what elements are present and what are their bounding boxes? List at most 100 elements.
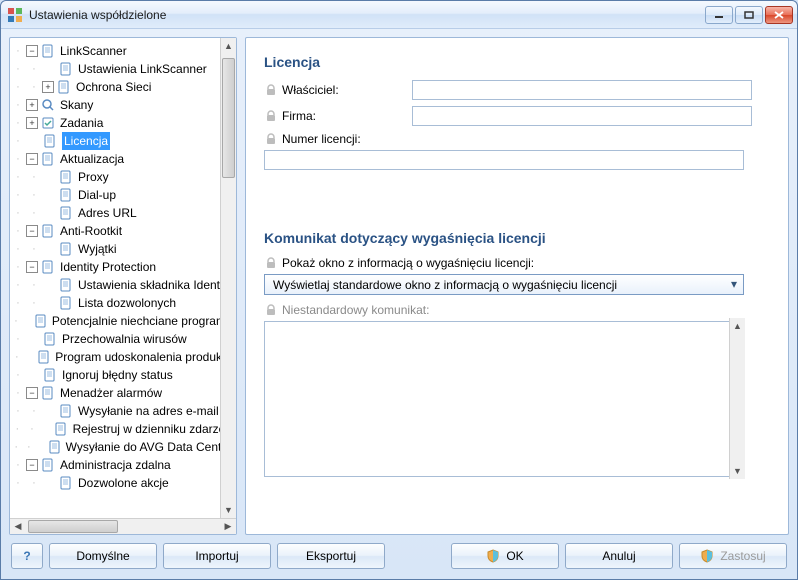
tree-expander-icon[interactable]: −	[26, 261, 38, 273]
tree-item[interactable]: ··+Ochrona Sieci	[10, 78, 236, 96]
tree-expander-icon[interactable]: −	[26, 387, 38, 399]
tree-node-icon	[58, 475, 74, 491]
tree-scroll[interactable]: ·−LinkScanner··Ustawienia LinkScanner··+…	[10, 38, 236, 518]
tree-item[interactable]: ·+Skany	[10, 96, 236, 114]
tree-item-label: Adres URL	[78, 204, 137, 222]
owner-row: Właściciel:	[264, 80, 770, 100]
tree-node-icon	[58, 61, 74, 77]
minimize-button[interactable]	[705, 6, 733, 24]
scroll-down-arrow-icon[interactable]: ▼	[221, 502, 236, 518]
tree-node-icon	[40, 43, 56, 59]
tree-item-label: Proxy	[78, 168, 109, 186]
tree-item[interactable]: ·Potencjalnie niechciane programy	[10, 312, 236, 330]
tree-item-label: Wysyłanie na adres e-mail	[78, 402, 219, 420]
scroll-thumb[interactable]	[222, 58, 235, 178]
cancel-button[interactable]: Anuluj	[565, 543, 673, 569]
tree-item-label: Zadania	[60, 114, 103, 132]
tree-item[interactable]: ·+Zadania	[10, 114, 236, 132]
import-button[interactable]: Importuj	[163, 543, 271, 569]
import-label: Importuj	[195, 549, 238, 563]
tree-item[interactable]: ·−Administracja zdalna	[10, 456, 236, 474]
tree-item[interactable]: ··Dozwolone akcje	[10, 474, 236, 492]
ok-button[interactable]: OK	[451, 543, 559, 569]
tree-expander-icon[interactable]: −	[26, 45, 38, 57]
tree-node-icon	[58, 205, 74, 221]
scroll-up-arrow-icon[interactable]: ▲	[730, 318, 745, 334]
export-button[interactable]: Eksportuj	[277, 543, 385, 569]
custom-message-wrap: ▲ ▼	[264, 317, 746, 480]
help-button[interactable]: ?	[11, 543, 43, 569]
tree-item[interactable]: ··Dial-up	[10, 186, 236, 204]
tree-expander-icon[interactable]: +	[26, 99, 38, 111]
titlebar[interactable]: Ustawienia współdzielone	[1, 1, 797, 29]
tree-expander-icon[interactable]: −	[26, 225, 38, 237]
scroll-thumb[interactable]	[28, 520, 118, 533]
tree-expander-icon[interactable]: +	[26, 117, 38, 129]
cancel-label: Anuluj	[602, 549, 635, 563]
tree-item-label: Dozwolone akcje	[78, 474, 169, 492]
maximize-button[interactable]	[735, 6, 763, 24]
tree-node-icon	[40, 223, 56, 239]
tree-item[interactable]: ··Rejestruj w dzienniku zdarzeń	[10, 420, 236, 438]
settings-tree[interactable]: ·−LinkScanner··Ustawienia LinkScanner··+…	[10, 38, 236, 496]
tree-item[interactable]: ··Wyjątki	[10, 240, 236, 258]
tree-item-label: Licencja	[62, 132, 110, 150]
tree-item[interactable]: ·−Menadżer alarmów	[10, 384, 236, 402]
custom-message-textarea[interactable]	[264, 321, 744, 477]
tree-item[interactable]: ·−LinkScanner	[10, 42, 236, 60]
tree-node-icon	[56, 79, 72, 95]
tree-item-label: Wyjątki	[78, 240, 117, 258]
apply-button[interactable]: Zastosuj	[679, 543, 787, 569]
tree-node-icon	[48, 439, 62, 455]
tree-expander-icon[interactable]: −	[26, 459, 38, 471]
tree-item-label: Administracja zdalna	[60, 456, 171, 474]
tree-item[interactable]: ··Ustawienia LinkScanner	[10, 60, 236, 78]
license-number-label: Numer licencji:	[282, 132, 361, 146]
close-button[interactable]	[765, 6, 793, 24]
tree-node-icon	[40, 97, 56, 113]
tree-expander-icon[interactable]: −	[26, 153, 38, 165]
tree-expander-icon[interactable]: +	[42, 81, 54, 93]
tree-item[interactable]: ··Adres URL	[10, 204, 236, 222]
tree-node-icon	[58, 295, 74, 311]
tree-item[interactable]: ··Proxy	[10, 168, 236, 186]
tree-item[interactable]: ·Ignoruj błędny status	[10, 366, 236, 384]
tree-item[interactable]: ·Program udoskonalenia produktu	[10, 348, 236, 366]
tree-node-icon	[37, 349, 51, 365]
tree-vertical-scrollbar[interactable]: ▲ ▼	[220, 38, 236, 518]
tree-item[interactable]: ·Licencja	[10, 132, 236, 150]
tree-item-label: Ochrona Sieci	[76, 78, 151, 96]
tree-node-icon	[40, 385, 56, 401]
defaults-label: Domyślne	[76, 549, 129, 563]
tree-item-label: Rejestruj w dzienniku zdarzeń	[73, 420, 232, 438]
scroll-right-arrow-icon[interactable]: ▶	[220, 519, 236, 534]
tree-item[interactable]: ··Lista dozwolonych	[10, 294, 236, 312]
license-number-input[interactable]	[264, 150, 744, 170]
company-input[interactable]	[412, 106, 752, 126]
tree-item[interactable]: ·Przechowalnia wirusów	[10, 330, 236, 348]
defaults-button[interactable]: Domyślne	[49, 543, 157, 569]
tree-item[interactable]: ·−Aktualizacja	[10, 150, 236, 168]
scroll-down-arrow-icon[interactable]: ▼	[730, 463, 745, 479]
ok-label: OK	[506, 549, 523, 563]
tree-item-label: Aktualizacja	[60, 150, 124, 168]
textarea-vertical-scrollbar[interactable]: ▲ ▼	[729, 318, 745, 479]
tree-horizontal-scrollbar[interactable]: ◀ ▶	[10, 518, 236, 534]
tree-item[interactable]: ··Wysyłanie na adres e-mail	[10, 402, 236, 420]
tree-item[interactable]: ··Ustawienia składnika Identity	[10, 276, 236, 294]
scroll-up-arrow-icon[interactable]: ▲	[221, 38, 236, 54]
expiry-mode-select[interactable]: Wyświetlaj standardowe okno z informacją…	[264, 274, 744, 295]
button-bar: ? Domyślne Importuj Eksportuj OK Anuluj …	[9, 541, 789, 571]
tree-item[interactable]: ··Wysyłanie do AVG Data Center	[10, 438, 236, 456]
owner-input[interactable]	[412, 80, 752, 100]
shield-icon	[700, 549, 714, 563]
tree-node-icon	[34, 313, 48, 329]
show-expiry-window-label: Pokaż okno z informacją o wygaśnięciu li…	[282, 256, 534, 270]
tree-item[interactable]: ·−Anti-Rootkit	[10, 222, 236, 240]
help-icon: ?	[23, 549, 30, 563]
scroll-left-arrow-icon[interactable]: ◀	[10, 519, 26, 534]
tree-item[interactable]: ·−Identity Protection	[10, 258, 236, 276]
owner-label: Właściciel:	[282, 83, 412, 97]
content-panel: Licencja Właściciel: Firma:	[245, 37, 789, 535]
tree-item-label: Wysyłanie do AVG Data Center	[66, 438, 232, 456]
